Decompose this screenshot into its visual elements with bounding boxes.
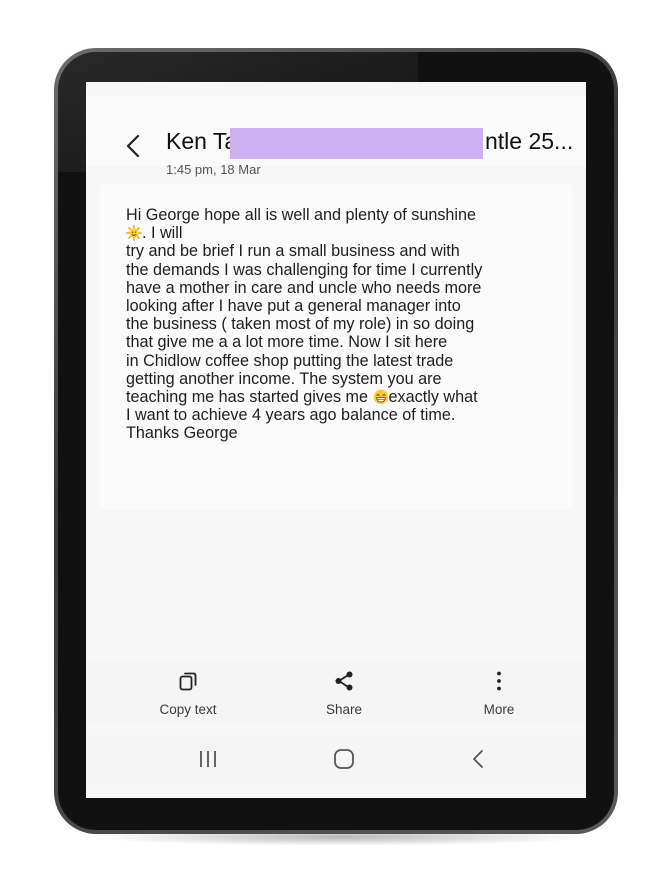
more-vertical-icon [497,671,501,691]
contact-name-tail: ntle 25... [485,128,574,154]
message-line: the business ( taken most of my role) in… [126,315,475,334]
copy-text-label: Copy text [159,702,217,717]
message-timestamp: 1:45 pm, 18 Mar [166,162,261,177]
message-header: Ken Ta ntle 25... 1:45 pm, 18 Mar [86,96,586,177]
home-icon[interactable] [324,746,364,772]
message-line: have a mother in care and uncle who need… [126,278,482,297]
more-button[interactable]: More [444,670,554,717]
contact-name: Ken Ta [166,128,238,154]
message-text: . I will [142,224,183,243]
message-line: getting another income. The system you a… [126,369,442,388]
share-label: Share [325,702,363,717]
message-line: Hi George hope all is well and plenty of… [126,206,477,224]
message-line: the demands I was challenging for time I… [126,260,483,279]
copy-icon [179,672,197,691]
grinning-face-emoji [373,389,388,405]
copy-text-button[interactable]: Copy text [133,670,243,717]
chevron-left-icon[interactable] [122,132,144,160]
message-line: . I will [126,224,566,242]
action-bar: Copy text Share More [86,662,586,724]
share-button[interactable]: Share [289,670,399,717]
message-line: looking after I have put a general manag… [126,297,461,316]
message-line: try and be brief I run a small business … [126,242,460,261]
message-line: teaching me has started gives me exactly… [126,388,566,406]
share-icon [335,671,353,691]
message-text: teaching me has started gives me [126,388,373,407]
message-line: I want to achieve 4 years ago balance of… [126,406,456,425]
message-body[interactable]: Hi George hope all is well and plenty of… [126,206,566,443]
sun-emoji [126,225,142,242]
back-icon[interactable] [458,746,498,772]
status-strip [86,82,586,96]
device-screen: Ken Ta ntle 25... 1:45 pm, 18 Mar Hi Geo… [86,82,586,798]
message-line: that give me a a lot more time. Now I si… [126,333,448,352]
message-line: in Chidlow coffee shop putting the lates… [126,351,454,370]
recent-apps-icon[interactable] [188,746,228,772]
system-navigation-bar [86,736,586,784]
redaction-box [230,128,483,159]
more-label: More [483,702,515,717]
message-line: Thanks George [126,424,238,443]
message-text: exactly what [388,388,478,407]
